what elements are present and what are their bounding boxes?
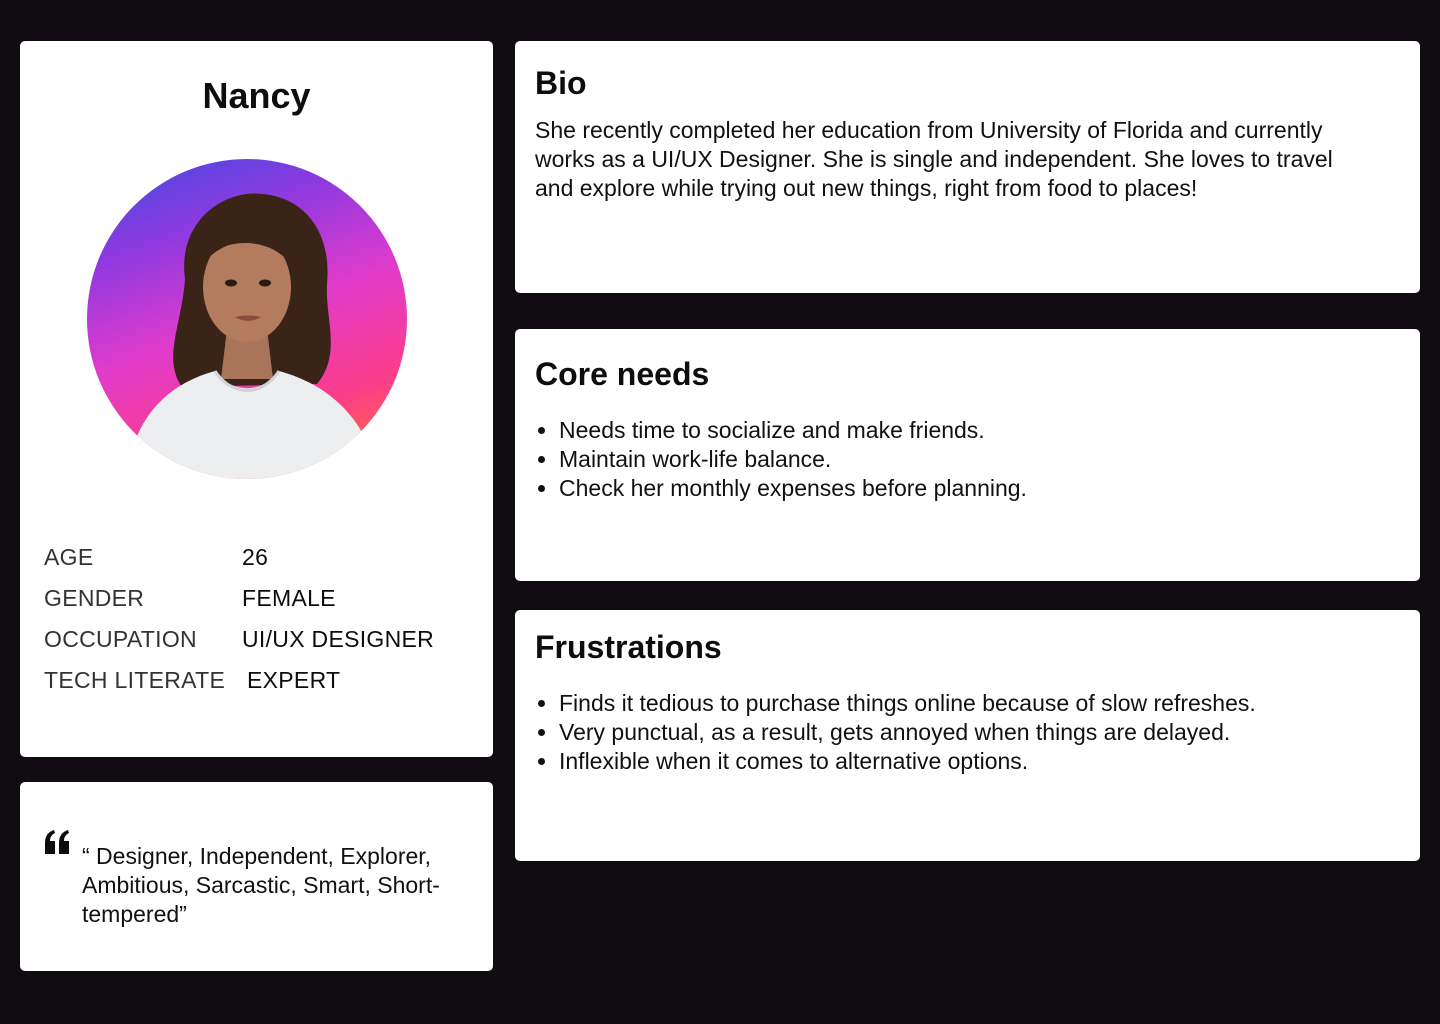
persona-name: Nancy [202, 75, 311, 116]
detail-label: AGE [44, 544, 94, 570]
list-item: Needs time to socialize and make friends… [559, 416, 1027, 445]
core-needs-list: Needs time to socialize and make friends… [535, 416, 1027, 503]
profile-card: Nancy AGE 26 GENDER FEMALE OCCUPATION UI… [20, 41, 493, 757]
persona-quote: “ Designer, Independent, Explorer, Ambit… [82, 843, 440, 927]
list-item: Very punctual, as a result, gets annoyed… [559, 718, 1256, 747]
list-item: Maintain work-life balance. [559, 445, 1027, 474]
list-item: Inflexible when it comes to alternative … [559, 747, 1256, 776]
detail-value: EXPERT [247, 667, 341, 693]
detail-label: OCCUPATION [44, 626, 197, 652]
bio-text: She recently completed her education fro… [535, 117, 1333, 201]
bio-title: Bio [535, 65, 587, 101]
quote-icon [45, 830, 69, 854]
detail-value: 26 [242, 544, 269, 570]
detail-value: UI/UX DESIGNER [242, 626, 435, 652]
list-item: Check her monthly expenses before planni… [559, 474, 1027, 503]
bio-card: Bio She recently completed her education… [515, 41, 1420, 293]
frustrations-list: Finds it tedious to purchase things onli… [535, 689, 1256, 776]
detail-value: FEMALE [242, 585, 336, 611]
detail-label: GENDER [44, 585, 145, 611]
person-portrait-icon [127, 193, 379, 479]
core-needs-card: Core needs Needs time to socialize and m… [515, 329, 1420, 581]
detail-label: TECH LITERATE [44, 667, 226, 693]
frustrations-card: Frustrations Finds it tedious to purchas… [515, 610, 1420, 861]
core-needs-title: Core needs [535, 356, 710, 392]
avatar [87, 159, 407, 479]
list-item: Finds it tedious to purchase things onli… [559, 689, 1256, 718]
frustrations-title: Frustrations [535, 629, 722, 665]
quote-card: “ Designer, Independent, Explorer, Ambit… [20, 782, 493, 971]
